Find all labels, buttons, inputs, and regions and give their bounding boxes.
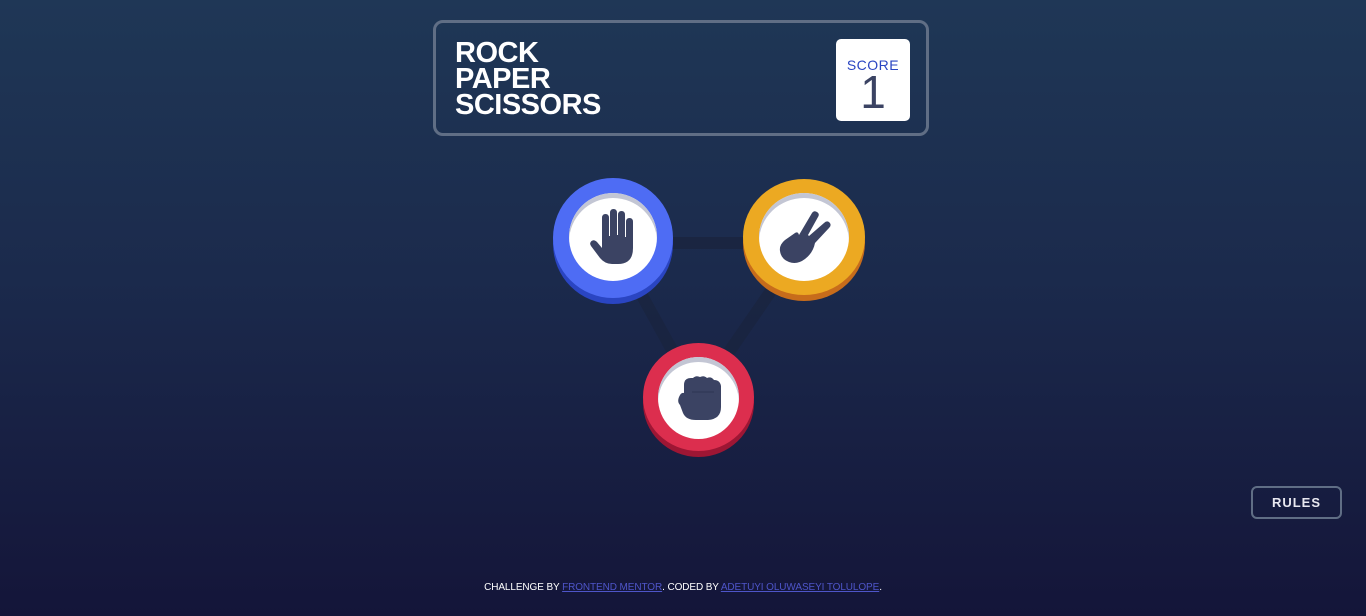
paper-button[interactable]	[553, 178, 673, 298]
scissors-button[interactable]	[743, 179, 865, 295]
attribution-prefix: CHALLENGE BY	[484, 582, 563, 593]
rules-button[interactable]: RULES	[1251, 486, 1342, 519]
rock-button[interactable]	[643, 343, 754, 451]
author-link[interactable]: ADETUYI OLUWASEYI TOLULOPE	[721, 582, 879, 593]
game-board	[550, 175, 870, 465]
rock-token-face	[658, 357, 739, 439]
attribution-suffix: .	[879, 582, 882, 593]
scissors-hand-icon	[779, 211, 831, 263]
score-value: 1	[860, 66, 886, 118]
game-title: ROCK PAPER SCISSORS	[455, 39, 601, 121]
attribution-middle: . CODED BY	[662, 582, 721, 593]
game-header: ROCK PAPER SCISSORS SCORE 1	[433, 20, 929, 136]
rock-fist-icon	[677, 376, 721, 420]
paper-hand-icon	[590, 209, 633, 264]
score-box: SCORE 1	[836, 39, 910, 121]
frontend-mentor-link[interactable]: FRONTEND MENTOR	[562, 582, 662, 593]
scissors-token-face	[759, 193, 849, 281]
attribution-footer: CHALLENGE BY FRONTEND MENTOR. CODED BY A…	[0, 582, 1366, 593]
title-line-scissors: SCISSORS	[455, 89, 601, 121]
paper-token-face	[569, 193, 657, 281]
